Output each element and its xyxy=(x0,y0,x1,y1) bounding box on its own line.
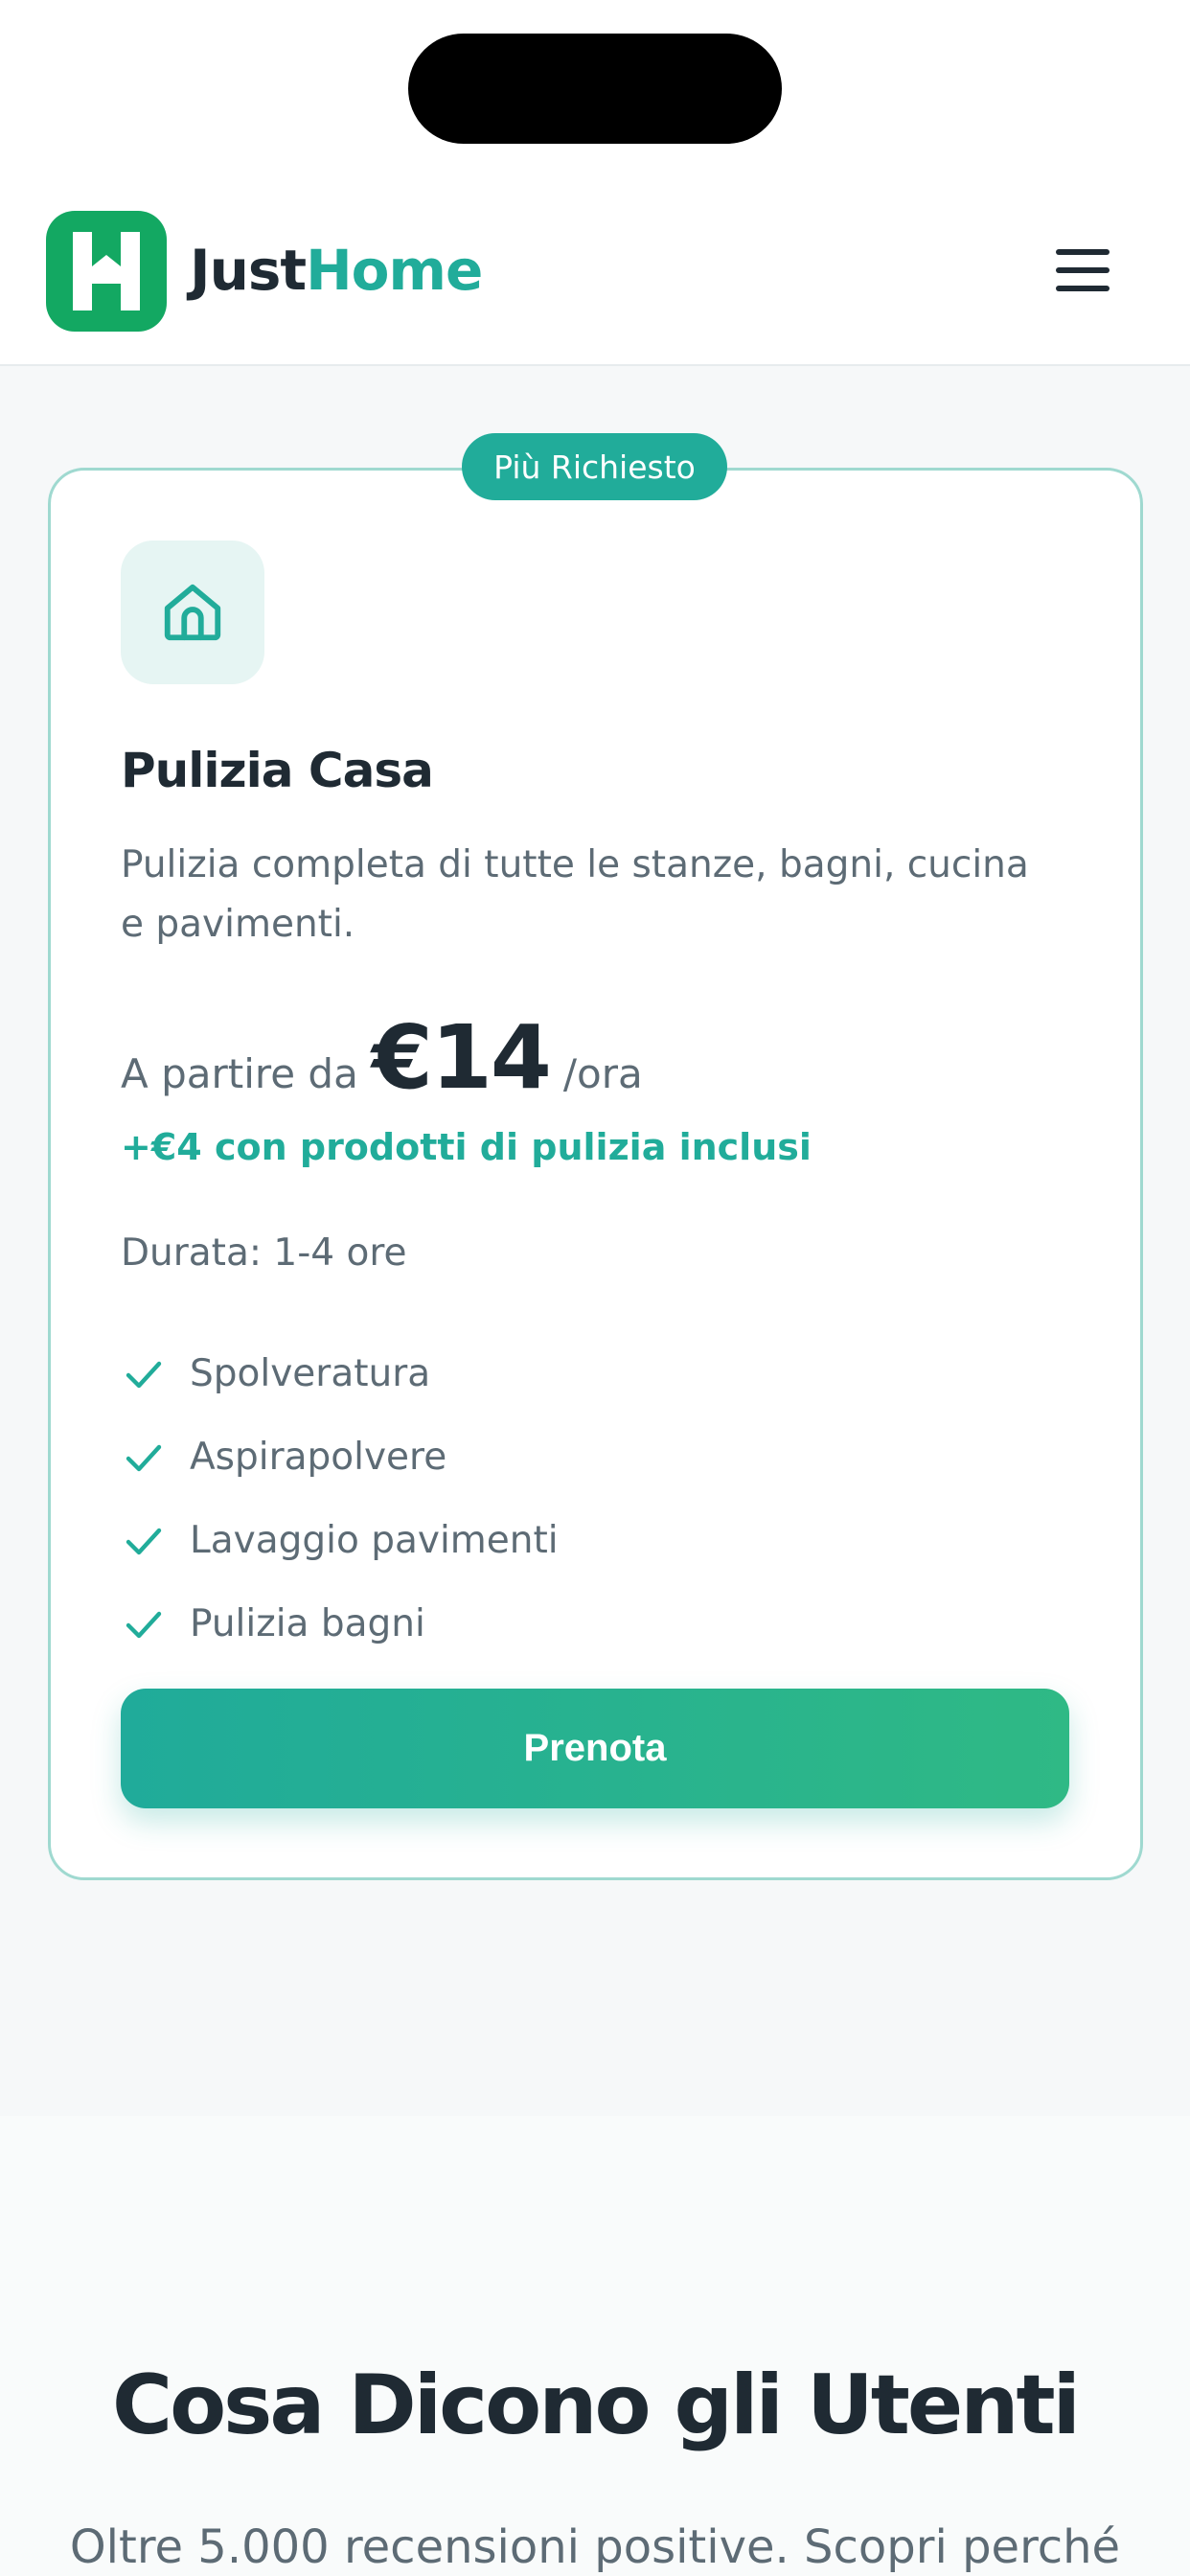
dynamic-island xyxy=(408,34,782,144)
price-unit: /ora xyxy=(562,1050,643,1097)
hamburger-menu-icon[interactable] xyxy=(1052,243,1113,297)
check-icon xyxy=(126,1444,162,1471)
feature-item: Pulizia bagni xyxy=(121,1582,559,1666)
service-duration: Durata: 1-4 ore xyxy=(121,1231,407,1275)
feature-label: Spolveratura xyxy=(190,1352,431,1395)
service-title: Pulizia Casa xyxy=(121,743,434,798)
price-amount: €14 xyxy=(371,1006,552,1109)
most-requested-badge: Più Richiesto xyxy=(462,433,727,500)
price-prefix: A partire da xyxy=(121,1050,358,1097)
price-row: A partire da €14 /ora xyxy=(121,1006,643,1109)
testimonials-title: Cosa Dicono gli Utenti xyxy=(111,2358,1081,2453)
testimonials-section xyxy=(0,2116,1190,2576)
brand-name[interactable]: JustHome xyxy=(190,230,483,310)
site-header: JustHome xyxy=(0,174,1190,366)
price-extra: +€4 con prodotti di pulizia inclusi xyxy=(121,1126,812,1168)
brand-name-part2: Home xyxy=(306,238,483,303)
feature-label: Lavaggio pavimenti xyxy=(190,1519,559,1562)
testimonials-subtitle: Oltre 5.000 recensioni positive. Scopri … xyxy=(69,2520,1121,2574)
brand-name-part1: Just xyxy=(190,238,307,303)
home-icon xyxy=(164,584,221,641)
book-button[interactable]: Prenota xyxy=(121,1689,1069,1808)
service-icon-tile xyxy=(121,540,264,684)
feature-item: Aspirapolvere xyxy=(121,1415,559,1499)
status-bar xyxy=(0,0,1190,174)
feature-item: Spolveratura xyxy=(121,1332,559,1415)
feature-label: Aspirapolvere xyxy=(190,1436,447,1479)
feature-label: Pulizia bagni xyxy=(190,1602,425,1645)
feature-list: Spolveratura Aspirapolvere Lavaggio pavi… xyxy=(121,1332,559,1666)
service-description: Pulizia completa di tutte le stanze, bag… xyxy=(121,843,1029,946)
check-icon xyxy=(126,1528,162,1554)
check-icon xyxy=(126,1361,162,1388)
justhome-logo-icon[interactable] xyxy=(46,211,167,332)
feature-item: Lavaggio pavimenti xyxy=(121,1499,559,1582)
check-icon xyxy=(126,1611,162,1638)
